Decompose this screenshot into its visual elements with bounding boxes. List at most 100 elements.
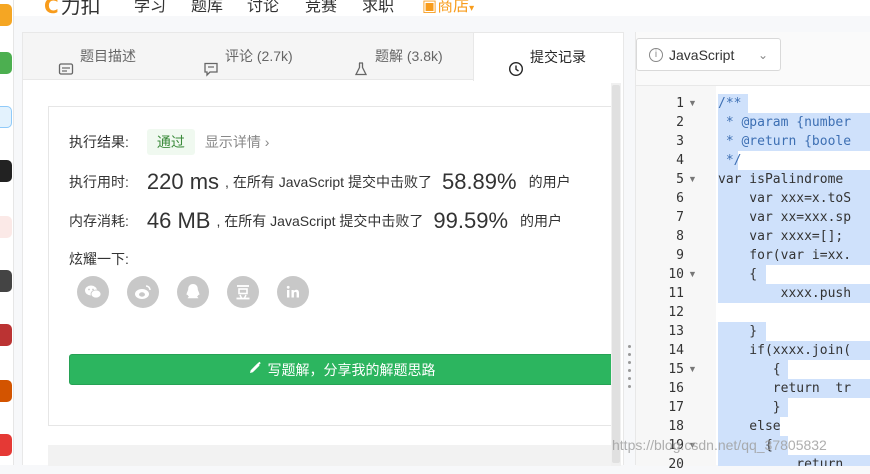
tab-bar: 题目描述 评论 (2.7k) 题解 (3.8k) 提交记录 (23, 33, 624, 81)
runtime-value: 220 ms (146, 169, 220, 194)
tab-label: 题目描述 (80, 48, 136, 64)
language-value: JavaScript (669, 46, 735, 63)
wechat-icon[interactable] (77, 276, 109, 308)
line-number: 6 (676, 191, 684, 206)
nav-item-problems[interactable]: 题库 (191, 0, 223, 16)
nav-item-discuss[interactable]: 讨论 (247, 0, 279, 16)
runtime-users-label: 的用户 (528, 174, 571, 190)
grip-dot (628, 361, 631, 364)
watermark: https://blog.csdn.net/qq_37805832 (612, 437, 827, 453)
qq-icon[interactable] (177, 276, 209, 308)
code-line: var isPalindrome (718, 172, 852, 187)
leetcode-logo[interactable]: C 力扣 (44, 0, 101, 16)
chevron-down-icon: ▾ (469, 3, 475, 14)
status-label: 执行结果: (69, 134, 129, 150)
app-icon[interactable] (0, 106, 12, 128)
fold-toggle-icon[interactable]: ▼ (688, 360, 697, 379)
pencil-icon (248, 361, 262, 378)
scrollbar-thumb[interactable] (612, 85, 620, 463)
top-navigation: C 力扣 学习 题库 讨论 竞赛 求职 ▣商店▾ (14, 0, 870, 16)
submission-result-card: 执行结果: 通过 显示详情 › 执行用时: 220 ms , 在所有 JavaS… (48, 106, 614, 426)
tab-comments[interactable]: 评论 (2.7k) (203, 33, 293, 80)
app-icon[interactable] (0, 380, 12, 402)
weibo-icon[interactable] (127, 276, 159, 308)
description-icon (58, 49, 74, 75)
line-number: 16 (668, 381, 684, 396)
grip-dot (628, 377, 631, 380)
runtime-label: 执行用时: (69, 174, 129, 190)
line-number: 12 (668, 305, 684, 320)
line-number: 18 (668, 419, 684, 434)
douban-icon[interactable] (227, 276, 259, 308)
taskbar-dock (0, 0, 14, 465)
fold-toggle-icon[interactable]: ▼ (688, 94, 697, 113)
app-icon[interactable] (0, 4, 12, 26)
line-number: 7 (676, 210, 684, 225)
shop-icon: ▣ (422, 0, 438, 15)
nav-item-learn[interactable]: 学习 (134, 0, 166, 16)
share-icons (77, 276, 309, 308)
memory-value: 46 MB (146, 208, 211, 233)
code-line: else (718, 419, 781, 434)
app-icon[interactable] (0, 434, 12, 456)
app-icon[interactable] (0, 160, 12, 182)
line-number: 1 (676, 96, 684, 111)
comment-icon (203, 49, 219, 77)
code-line: var xxx=x.toS (718, 191, 852, 206)
linkedin-icon[interactable] (277, 276, 309, 308)
line-number: 3 (676, 134, 684, 149)
line-number-gutter: 1 ▼ 2 3 4 5 ▼ 6 7 8 9 10 ▼ 11 12 13 14 15 ▼ 16 17 18 19 ▼ 20 (636, 86, 716, 472)
scrollbar[interactable] (611, 83, 621, 466)
code-line: return tr (718, 381, 852, 396)
code-editor-panel: i JavaScript ⌄ 1 ▼ 2 3 4 5 ▼ 6 7 8 9 10 ▼ 11 12 13 14 15 ▼… (635, 32, 870, 472)
grip-dot (628, 369, 631, 372)
tab-description[interactable]: 题目描述 (58, 33, 136, 80)
flask-icon (353, 49, 369, 75)
code-editor[interactable]: 1 ▼ 2 3 4 5 ▼ 6 7 8 9 10 ▼ 11 12 13 14 15 ▼ 16 17 18 19 ▼ 20 /**… (636, 85, 870, 472)
grip-dot (628, 353, 631, 356)
nav-item-shop[interactable]: ▣商店▾ (422, 0, 474, 16)
grip-dot (628, 345, 631, 348)
app-icon[interactable] (0, 270, 12, 292)
line-number: 17 (668, 400, 684, 415)
app-icon[interactable] (0, 216, 12, 238)
panel-splitter[interactable] (624, 32, 635, 465)
code-line: /** (718, 96, 742, 111)
line-number: 2 (676, 115, 684, 130)
tab-label: 题解 (3.8k) (375, 48, 443, 64)
code-line: var xx=xxx.sp (718, 210, 852, 225)
memory-users-label: 的用户 (520, 213, 563, 229)
memory-label: 内存消耗: (69, 213, 129, 229)
line-number: 15 (668, 362, 684, 377)
shop-label: 商店 (437, 0, 470, 15)
code-area[interactable]: /** * @param {number * @return {boole */… (718, 94, 870, 466)
memory-percentile: 99.59% (433, 208, 509, 233)
chevron-down-icon: ⌄ (757, 47, 768, 62)
line-number: 4 (676, 153, 684, 168)
tab-solutions[interactable]: 题解 (3.8k) (353, 33, 443, 80)
show-details-link[interactable]: 显示详情 › (205, 132, 270, 152)
clock-icon (508, 49, 524, 77)
tab-submissions[interactable]: 提交记录 (473, 33, 624, 81)
code-line: xxxx.push (718, 286, 852, 301)
line-number: 5 (676, 172, 684, 187)
fold-toggle-icon[interactable]: ▼ (688, 265, 697, 284)
nav-item-contest[interactable]: 竞赛 (305, 0, 337, 16)
app-icon[interactable] (0, 324, 12, 346)
memory-description: , 在所有 JavaScript 提交中击败了 (216, 213, 424, 229)
runtime-percentile: 58.89% (441, 169, 517, 194)
write-solution-button[interactable]: 写题解，分享我的解题思路 (69, 354, 614, 385)
app-icon[interactable] (0, 52, 12, 74)
code-line: */ (718, 153, 742, 168)
line-number: 14 (668, 343, 684, 358)
line-number: 10 (668, 267, 684, 282)
submissions-table-header (48, 445, 613, 466)
tab-label: 提交记录 (530, 48, 586, 65)
nav-item-jobs[interactable]: 求职 (362, 0, 394, 16)
fold-toggle-icon[interactable]: ▼ (688, 170, 697, 189)
code-line: var xxxx=[]; (718, 229, 844, 244)
share-label: 炫耀一下: (69, 251, 129, 267)
tab-label: 评论 (2.7k) (225, 48, 293, 64)
status-badge: 通过 (146, 129, 195, 155)
language-select[interactable]: i JavaScript ⌄ (636, 38, 781, 71)
